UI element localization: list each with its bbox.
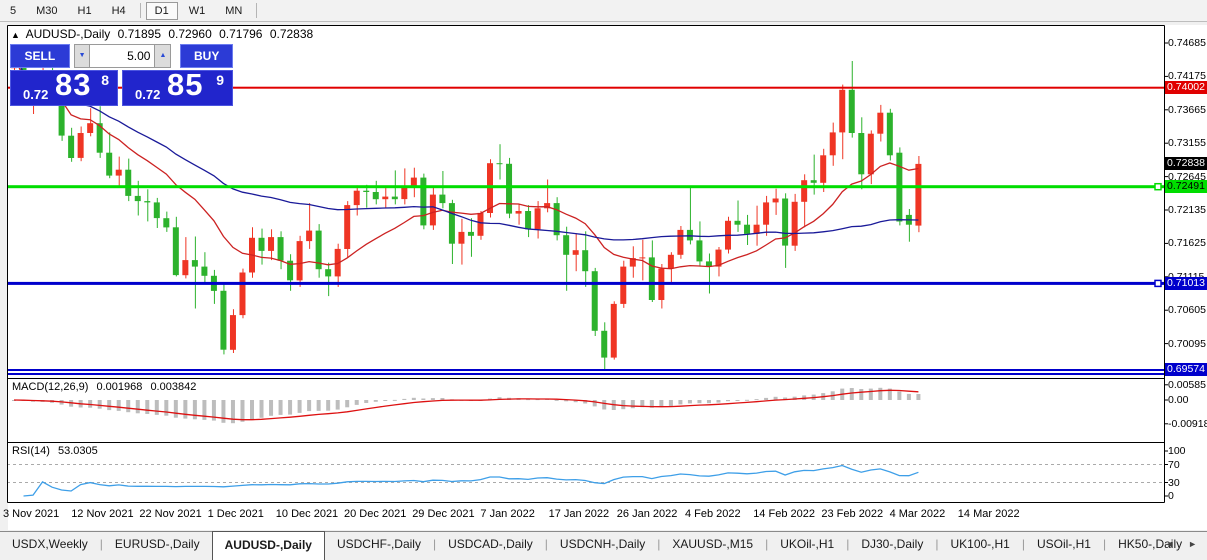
macd-main-value: 0.001968 (96, 381, 142, 393)
price-level-badge: 0.72491 (1165, 180, 1207, 193)
ohlc-open: 0.71895 (118, 27, 161, 41)
macd-axis-label: -0.00918 (1168, 418, 1207, 430)
sell-price-pipette: 8 (101, 72, 109, 88)
price-level-badge: 0.74002 (1165, 81, 1207, 94)
rsi-label-row: RSI(14) 53.0305 (12, 445, 103, 457)
time-axis-label: 7 Jan 2022 (480, 508, 534, 520)
one-click-trading-panel: SELL ▼ ▲ BUY 0.72 83 8 0.72 85 9 (10, 44, 233, 106)
macd-signal-value: 0.003842 (150, 381, 196, 393)
sell-price-prefix: 0.72 (23, 87, 48, 102)
price-axis-label: 0.73155 (1168, 137, 1206, 149)
price-axis-label: 0.73665 (1168, 104, 1206, 116)
macd-label-row: MACD(12,26,9) 0.001968 0.003842 (12, 381, 201, 393)
tab-dj30-daily[interactable]: DJ30-,Daily (849, 532, 935, 560)
volume-decrease-button[interactable]: ▼ (74, 44, 91, 68)
time-axis-label: 29 Dec 2021 (412, 508, 474, 520)
chart-tabs-bar: USDX,Weekly|EURUSD-,DailyAUDUSD-,DailyUS… (0, 531, 1207, 560)
tab-eurusd-daily[interactable]: EURUSD-,Daily (103, 532, 212, 560)
sell-price-main: 83 (55, 67, 91, 103)
time-axis-label: 4 Mar 2022 (890, 508, 946, 520)
macd-axis-label: 0.00 (1168, 394, 1188, 406)
chart-title-row: ▲ AUDUSD-,Daily 0.71895 0.72960 0.71796 … (11, 27, 317, 41)
rsi-axis-label: 30 (1168, 477, 1180, 489)
symbol-marker-icon: ▲ (11, 30, 20, 40)
tab-xauusd-m15[interactable]: XAUUSD-,M15 (660, 532, 765, 560)
tab-usdcad-daily[interactable]: USDCAD-,Daily (436, 532, 545, 560)
tab-usdchf-daily[interactable]: USDCHF-,Daily (325, 532, 433, 560)
macd-axis-label: 0.00585 (1168, 379, 1206, 391)
price-axis-label: 0.72135 (1168, 204, 1206, 216)
current-price-badge: 0.72838 (1165, 157, 1207, 170)
rsi-axis-label: 0 (1168, 490, 1174, 502)
buy-price-display[interactable]: 0.72 85 9 (122, 70, 233, 106)
time-axis-label: 4 Feb 2022 (685, 508, 741, 520)
tab-uk100-h1[interactable]: UK100-,H1 (938, 532, 1021, 560)
time-axis-label: 1 Dec 2021 (208, 508, 264, 520)
price-level-badge: 0.71013 (1165, 277, 1207, 290)
price-axis-label: 0.70095 (1168, 338, 1206, 350)
time-axis-label: 3 Nov 2021 (3, 508, 59, 520)
rsi-axis-label: 70 (1168, 459, 1180, 471)
sell-price-display[interactable]: 0.72 83 8 (10, 70, 118, 106)
tab-ukoil-h1[interactable]: UKOil-,H1 (768, 532, 846, 560)
buy-price-prefix: 0.72 (135, 87, 160, 102)
rsi-axis-label: 100 (1168, 445, 1186, 457)
mt4-app: { "icons": { "title_marker": "▲", "spinn… (0, 0, 1207, 559)
price-axis-label: 0.70605 (1168, 304, 1206, 316)
volume-increase-button[interactable]: ▲ (154, 44, 171, 68)
volume-input[interactable] (90, 44, 154, 68)
time-axis-label: 20 Dec 2021 (344, 508, 406, 520)
price-level-badge: 0.69574 (1165, 363, 1207, 376)
time-axis-label: 10 Dec 2021 (276, 508, 338, 520)
time-axis-label: 17 Jan 2022 (549, 508, 610, 520)
time-axis-label: 23 Feb 2022 (821, 508, 883, 520)
rsi-indicator-name: RSI(14) (12, 445, 50, 457)
chart-symbol-title: AUDUSD-,Daily (26, 27, 111, 41)
buy-price-pipette: 9 (216, 72, 224, 88)
tab-audusd-daily[interactable]: AUDUSD-,Daily (212, 531, 325, 560)
buy-price-main: 85 (167, 67, 203, 103)
ohlc-high: 0.72960 (168, 27, 211, 41)
ohlc-close: 0.72838 (270, 27, 313, 41)
macd-indicator-name: MACD(12,26,9) (12, 381, 88, 393)
tab-usdx-weekly[interactable]: USDX,Weekly (0, 532, 100, 560)
ohlc-low: 0.71796 (219, 27, 262, 41)
price-axis-label: 0.74685 (1168, 37, 1206, 49)
time-axis-label: 14 Feb 2022 (753, 508, 815, 520)
tab-usoil-h1[interactable]: USOil-,H1 (1025, 532, 1103, 560)
rsi-value: 53.0305 (58, 445, 98, 457)
time-axis-label: 22 Nov 2021 (139, 508, 201, 520)
sell-button[interactable]: SELL (10, 44, 70, 68)
tab-scroll-arrows-icon[interactable]: ◄ ► (1165, 539, 1203, 549)
buy-button[interactable]: BUY (180, 44, 233, 68)
time-axis-label: 26 Jan 2022 (617, 508, 678, 520)
time-axis-label: 12 Nov 2021 (71, 508, 133, 520)
time-axis-label: 14 Mar 2022 (958, 508, 1020, 520)
price-axis-label: 0.71625 (1168, 237, 1206, 249)
tab-usdcnh-daily[interactable]: USDCNH-,Daily (548, 532, 657, 560)
